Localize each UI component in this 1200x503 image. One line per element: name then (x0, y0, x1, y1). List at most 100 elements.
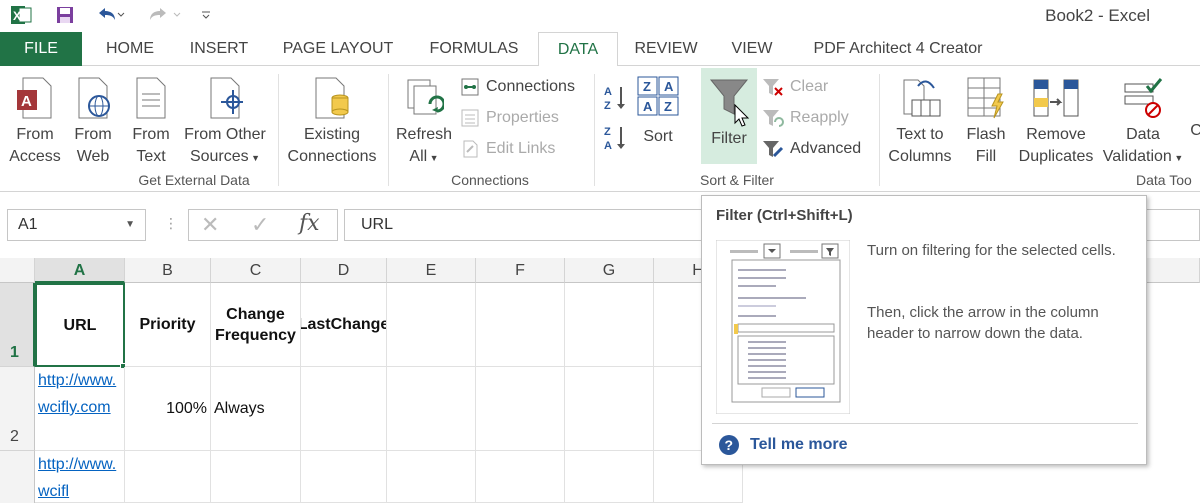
advanced-label: Advanced (790, 140, 862, 157)
column-header-e[interactable]: E (387, 258, 476, 283)
window-title: Book2 - Excel (1045, 6, 1150, 25)
cell-e1[interactable] (387, 283, 476, 367)
sort-icon: Z AA Z (637, 76, 679, 116)
reapply-button: Reapply (762, 105, 849, 131)
from-web-line2: Web (76, 148, 110, 165)
cell-a1[interactable]: URL (35, 283, 125, 367)
column-header-b[interactable]: B (125, 258, 211, 283)
tab-formulas[interactable]: FORMULAS (418, 32, 530, 66)
cell-c2[interactable]: Always (211, 367, 301, 451)
advanced-filter-button[interactable]: Advanced (762, 136, 861, 162)
redo-icon (146, 2, 186, 28)
undo-icon[interactable] (92, 2, 128, 28)
refresh-all-button[interactable]: Refresh All ▼ (392, 76, 456, 169)
from-other-sources-button[interactable]: From Other Sources ▼ (180, 76, 270, 169)
data-validation-line1: Data (1126, 126, 1160, 143)
group-label-data-tools: Data Too (1136, 172, 1192, 188)
advanced-filter-icon (763, 141, 784, 158)
remove-duplicates-button[interactable]: Remove Duplicates (1016, 76, 1096, 168)
svg-text:Z: Z (643, 79, 651, 94)
cell-d1[interactable]: LastChange (301, 283, 387, 367)
cell-d2[interactable] (301, 367, 387, 451)
cell-c3[interactable] (211, 451, 301, 503)
filter-button[interactable]: Filter (701, 68, 757, 164)
flash-fill-line1: Flash (966, 126, 1006, 143)
chevron-down-icon[interactable]: ▼ (125, 210, 135, 240)
properties-button: Properties (460, 105, 559, 131)
cell-e2[interactable] (387, 367, 476, 451)
group-label-sort-filter: Sort & Filter (700, 172, 774, 188)
cell-g1[interactable] (565, 283, 654, 367)
filter-label: Filter (711, 130, 747, 147)
cell-a2[interactable]: http://www.wcifly.com (35, 367, 125, 451)
excel-logo-icon[interactable]: X (8, 2, 34, 28)
data-validation-button[interactable]: Data Validation ▼ (1098, 76, 1188, 169)
svg-text:A: A (643, 99, 653, 114)
column-header-g[interactable]: G (565, 258, 654, 283)
from-access-button[interactable]: A From Access (4, 76, 66, 168)
text-to-columns-icon (903, 79, 941, 117)
text-to-columns-button[interactable]: Text to Columns (884, 76, 956, 168)
column-header-c[interactable]: C (211, 258, 301, 283)
column-header-a[interactable]: A (35, 258, 125, 283)
connections-button[interactable]: Connections (460, 74, 575, 100)
insert-function-icon[interactable]: fx (299, 211, 320, 236)
column-header-f[interactable]: F (476, 258, 565, 283)
row-header-1[interactable]: 1 (0, 283, 35, 367)
cell-b2[interactable]: 100% (125, 367, 211, 451)
tab-home[interactable]: HOME (92, 32, 168, 66)
text-to-columns-line1: Text to (896, 126, 944, 143)
access-icon: A (17, 77, 52, 119)
cell-b3[interactable] (125, 451, 211, 503)
save-icon[interactable] (52, 2, 78, 28)
existing-line1: Existing (303, 126, 361, 143)
data-source-icon (210, 77, 243, 119)
row-header-2[interactable]: 2 (0, 367, 35, 451)
tab-view[interactable]: VIEW (720, 32, 784, 66)
column-header-d[interactable]: D (301, 258, 387, 283)
cell-f1[interactable] (476, 283, 565, 367)
clear-label: Clear (790, 78, 829, 95)
name-box[interactable]: A1 ▼ (7, 209, 146, 241)
sort-ascending-button[interactable]: AZ (604, 82, 628, 114)
enter-icon[interactable]: ✓ (251, 212, 269, 238)
tell-me-more-label: Tell me more (750, 436, 848, 453)
chevron-down-icon: ▼ (248, 153, 261, 163)
flash-fill-button[interactable]: Flash Fill (960, 76, 1012, 168)
edit-links-button: Edit Links (460, 136, 555, 162)
cell-e3[interactable] (387, 451, 476, 503)
existing-connections-button[interactable]: Existing Connections (282, 76, 382, 168)
tab-insert[interactable]: INSERT (180, 32, 258, 66)
clear-filter-icon (763, 79, 783, 96)
sort-descending-button[interactable]: ZA (604, 122, 628, 154)
from-web-button[interactable]: From Web (66, 76, 120, 168)
cancel-icon[interactable]: ✕ (201, 212, 219, 238)
refresh-icon (407, 79, 444, 115)
cell-c1[interactable]: Change Frequency (211, 283, 301, 367)
formula-buttons: ✕ ✓ fx (188, 209, 338, 241)
tab-pdf-architect[interactable]: PDF Architect 4 Creator (800, 32, 996, 66)
tab-data[interactable]: DATA (538, 32, 618, 67)
refresh-line2: All (409, 148, 428, 165)
select-all-corner[interactable] (0, 258, 35, 283)
row-header-3[interactable] (0, 451, 35, 503)
svg-text:A: A (604, 140, 612, 152)
cell-d3[interactable] (301, 451, 387, 503)
tab-file[interactable]: FILE (0, 32, 82, 66)
tab-review[interactable]: REVIEW (628, 32, 704, 66)
svg-text:A: A (664, 79, 674, 94)
sort-button[interactable]: ZAAZ Sort (636, 76, 680, 148)
cell-f2[interactable] (476, 367, 565, 451)
cell-g3[interactable] (565, 451, 654, 503)
cell-a3[interactable]: http://www.wcifl (35, 451, 125, 503)
tab-page-layout[interactable]: PAGE LAYOUT (272, 32, 404, 66)
tell-me-more-link[interactable]: ? Tell me more (718, 434, 848, 456)
tooltip-divider (712, 423, 1138, 424)
consolidate-button-partial[interactable]: C (1190, 120, 1200, 142)
cell-f3[interactable] (476, 451, 565, 503)
cell-g2[interactable] (565, 367, 654, 451)
data-validation-icon (1124, 78, 1163, 118)
from-text-button[interactable]: From Text (124, 76, 178, 168)
customize-qat-icon[interactable] (198, 2, 214, 28)
cell-b1[interactable]: Priority (125, 283, 211, 367)
